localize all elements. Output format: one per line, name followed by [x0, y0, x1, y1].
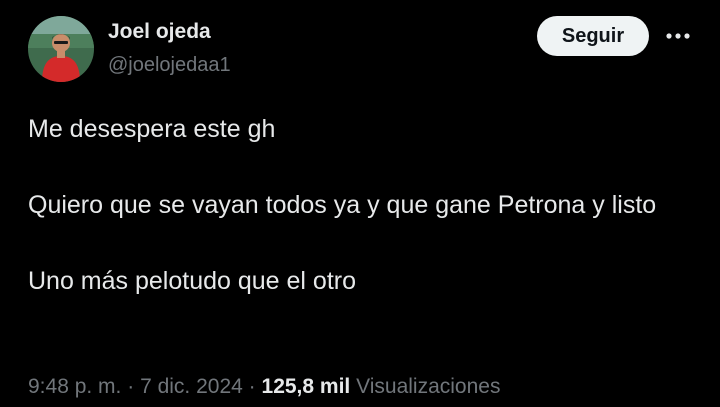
tweet-paragraph: Uno más pelotudo que el otro [28, 267, 356, 295]
more-options-button[interactable] [660, 22, 696, 50]
tweet-meta: 9:48 p. m. · 7 dic. 2024 · 125,8 mil Vis… [28, 375, 500, 399]
avatar[interactable] [28, 16, 94, 82]
views-count: 125,8 mil [261, 375, 351, 398]
tweet-paragraph: Quiero que se vayan todos ya y que gane … [28, 191, 657, 219]
tweet-text: Me desespera este gh Quiero que se vayan… [28, 110, 698, 300]
tweet-paragraph: Me desespera este gh [28, 115, 276, 143]
views-label: Visualizaciones [356, 375, 501, 398]
more-horizontal-icon [666, 33, 690, 39]
tweet-date[interactable]: 7 dic. 2024 [140, 375, 243, 398]
user-handle[interactable]: @joelojedaa1 [108, 54, 231, 77]
tweet-time[interactable]: 9:48 p. m. [28, 375, 121, 398]
follow-button[interactable]: Seguir [537, 16, 649, 56]
tweet-card: Joel ojeda @joelojedaa1 Seguir Me desesp… [0, 0, 720, 407]
display-name[interactable]: Joel ojeda [108, 20, 211, 44]
meta-separator: · [127, 375, 135, 398]
meta-separator: · [248, 375, 256, 398]
